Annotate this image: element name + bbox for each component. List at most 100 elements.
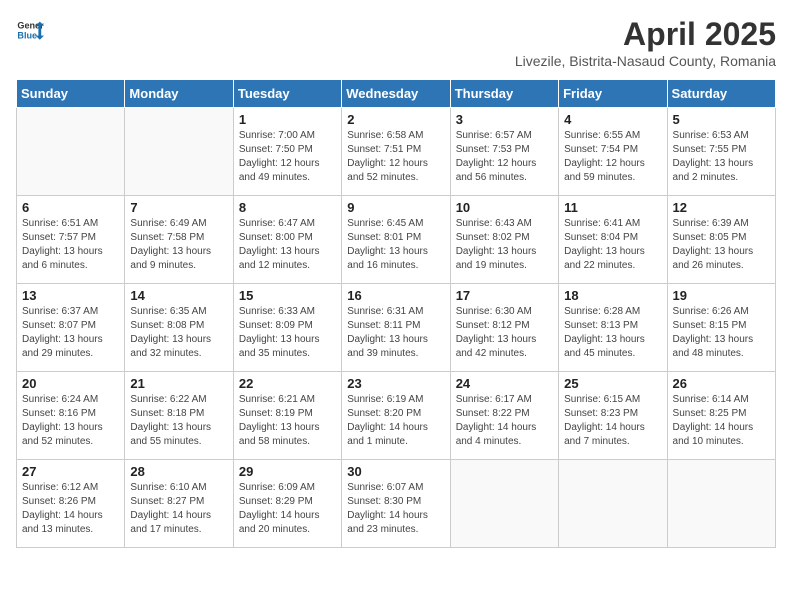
- table-row: [17, 108, 125, 196]
- day-number: 24: [456, 376, 553, 391]
- table-row: 14Sunrise: 6:35 AM Sunset: 8:08 PM Dayli…: [125, 284, 233, 372]
- day-info: Sunrise: 6:17 AM Sunset: 8:22 PM Dayligh…: [456, 393, 553, 449]
- table-row: 20Sunrise: 6:24 AM Sunset: 8:16 PM Dayli…: [17, 372, 125, 460]
- calendar-week-row: 1Sunrise: 7:00 AM Sunset: 7:50 PM Daylig…: [17, 108, 776, 196]
- day-number: 26: [673, 376, 770, 391]
- table-row: 11 Sunrise: 6:41 AM Sunset: 8:04 PM Dayli…: [559, 196, 667, 284]
- day-info: Sunrise: 6:43 AM Sunset: 8:02 PM Dayligh…: [456, 217, 553, 273]
- day-number: 11: [564, 200, 661, 215]
- day-info: Sunrise: 6:41 AM Sunset: 8:04 PM Dayligh…: [564, 217, 661, 273]
- table-row: [667, 460, 775, 548]
- day-number: 17: [456, 288, 553, 303]
- table-row: 22 Sunrise: 6:21 AM Sunset: 8:19 PM Dayli…: [233, 372, 341, 460]
- day-number: 2: [347, 112, 444, 127]
- day-number: 15: [239, 288, 336, 303]
- page-header: General Blue April 2025 Livezile, Bistri…: [16, 16, 776, 69]
- table-row: 4 Sunrise: 6:55 AM Sunset: 7:54 PM Daylig…: [559, 108, 667, 196]
- day-info: Sunrise: 6:22 AM Sunset: 8:18 PM Dayligh…: [130, 393, 227, 449]
- col-monday: Monday: [125, 80, 233, 108]
- day-number: 3: [456, 112, 553, 127]
- day-info: Sunrise: 6:55 AM Sunset: 7:54 PM Dayligh…: [564, 129, 661, 185]
- day-info: Sunrise: 6:15 AM Sunset: 8:23 PM Dayligh…: [564, 393, 661, 449]
- table-row: 17 Sunrise: 6:30 AM Sunset: 8:12 PM Dayli…: [450, 284, 558, 372]
- table-row: 10Sunrise: 6:43 AM Sunset: 8:02 PM Dayli…: [450, 196, 558, 284]
- title-area: April 2025 Livezile, Bistrita-Nasaud Cou…: [515, 16, 776, 69]
- col-tuesday: Tuesday: [233, 80, 341, 108]
- calendar-week-row: 20Sunrise: 6:24 AM Sunset: 8:16 PM Dayli…: [17, 372, 776, 460]
- table-row: 18 Sunrise: 6:28 AM Sunset: 8:13 PM Dayli…: [559, 284, 667, 372]
- day-number: 6: [22, 200, 119, 215]
- table-row: 16 Sunrise: 6:31 AM Sunset: 8:11 PM Dayli…: [342, 284, 450, 372]
- calendar-table: Sunday Monday Tuesday Wednesday Thursday…: [16, 79, 776, 548]
- day-info: Sunrise: 6:58 AM Sunset: 7:51 PM Dayligh…: [347, 129, 444, 185]
- day-number: 5: [673, 112, 770, 127]
- day-number: 13: [22, 288, 119, 303]
- logo: General Blue: [16, 16, 44, 44]
- day-number: 7: [130, 200, 227, 215]
- table-row: 1Sunrise: 7:00 AM Sunset: 7:50 PM Daylig…: [233, 108, 341, 196]
- svg-text:Blue: Blue: [17, 30, 37, 40]
- col-friday: Friday: [559, 80, 667, 108]
- day-number: 21: [130, 376, 227, 391]
- day-info: Sunrise: 6:10 AM Sunset: 8:27 PM Dayligh…: [130, 481, 227, 537]
- table-row: 19Sunrise: 6:26 AM Sunset: 8:15 PM Dayli…: [667, 284, 775, 372]
- day-info: Sunrise: 6:37 AM Sunset: 8:07 PM Dayligh…: [22, 305, 119, 361]
- table-row: 7Sunrise: 6:49 AM Sunset: 7:58 PM Daylig…: [125, 196, 233, 284]
- col-wednesday: Wednesday: [342, 80, 450, 108]
- day-info: Sunrise: 6:30 AM Sunset: 8:12 PM Dayligh…: [456, 305, 553, 361]
- calendar-week-row: 13 Sunrise: 6:37 AM Sunset: 8:07 PM Dayli…: [17, 284, 776, 372]
- day-info: Sunrise: 6:53 AM Sunset: 7:55 PM Dayligh…: [673, 129, 770, 185]
- day-number: 4: [564, 112, 661, 127]
- day-info: Sunrise: 6:45 AM Sunset: 8:01 PM Dayligh…: [347, 217, 444, 273]
- table-row: 13 Sunrise: 6:37 AM Sunset: 8:07 PM Dayli…: [17, 284, 125, 372]
- table-row: 26 Sunrise: 6:14 AM Sunset: 8:25 PM Dayli…: [667, 372, 775, 460]
- table-row: 3 Sunrise: 6:57 AM Sunset: 7:53 PM Daylig…: [450, 108, 558, 196]
- day-info: Sunrise: 6:51 AM Sunset: 7:57 PM Dayligh…: [22, 217, 119, 273]
- table-row: 21 Sunrise: 6:22 AM Sunset: 8:18 PM Dayli…: [125, 372, 233, 460]
- day-number: 18: [564, 288, 661, 303]
- table-row: [125, 108, 233, 196]
- day-number: 22: [239, 376, 336, 391]
- table-row: 12Sunrise: 6:39 AM Sunset: 8:05 PM Dayli…: [667, 196, 775, 284]
- day-info: Sunrise: 6:07 AM Sunset: 8:30 PM Dayligh…: [347, 481, 444, 537]
- calendar-week-row: 27 Sunrise: 6:12 AM Sunset: 8:26 PM Dayli…: [17, 460, 776, 548]
- day-number: 16: [347, 288, 444, 303]
- day-info: Sunrise: 7:00 AM Sunset: 7:50 PM Dayligh…: [239, 129, 336, 185]
- table-row: 5 Sunrise: 6:53 AM Sunset: 7:55 PM Daylig…: [667, 108, 775, 196]
- calendar-header-row: Sunday Monday Tuesday Wednesday Thursday…: [17, 80, 776, 108]
- logo-icon: General Blue: [16, 16, 44, 44]
- col-saturday: Saturday: [667, 80, 775, 108]
- table-row: 2 Sunrise: 6:58 AM Sunset: 7:51 PM Daylig…: [342, 108, 450, 196]
- table-row: 25Sunrise: 6:15 AM Sunset: 8:23 PM Dayli…: [559, 372, 667, 460]
- day-info: Sunrise: 6:12 AM Sunset: 8:26 PM Dayligh…: [22, 481, 119, 537]
- table-row: [450, 460, 558, 548]
- day-number: 30: [347, 464, 444, 479]
- calendar-title: April 2025: [515, 16, 776, 53]
- table-row: 30 Sunrise: 6:07 AM Sunset: 8:30 PM Dayli…: [342, 460, 450, 548]
- day-number: 8: [239, 200, 336, 215]
- day-info: Sunrise: 6:21 AM Sunset: 8:19 PM Dayligh…: [239, 393, 336, 449]
- table-row: 6 Sunrise: 6:51 AM Sunset: 7:57 PM Daylig…: [17, 196, 125, 284]
- table-row: 9 Sunrise: 6:45 AM Sunset: 8:01 PM Daylig…: [342, 196, 450, 284]
- day-number: 28: [130, 464, 227, 479]
- day-info: Sunrise: 6:39 AM Sunset: 8:05 PM Dayligh…: [673, 217, 770, 273]
- day-info: Sunrise: 6:26 AM Sunset: 8:15 PM Dayligh…: [673, 305, 770, 361]
- calendar-week-row: 6 Sunrise: 6:51 AM Sunset: 7:57 PM Daylig…: [17, 196, 776, 284]
- col-sunday: Sunday: [17, 80, 125, 108]
- day-number: 9: [347, 200, 444, 215]
- day-info: Sunrise: 6:14 AM Sunset: 8:25 PM Dayligh…: [673, 393, 770, 449]
- day-info: Sunrise: 6:28 AM Sunset: 8:13 PM Dayligh…: [564, 305, 661, 361]
- day-info: Sunrise: 6:35 AM Sunset: 8:08 PM Dayligh…: [130, 305, 227, 361]
- table-row: 29Sunrise: 6:09 AM Sunset: 8:29 PM Dayli…: [233, 460, 341, 548]
- table-row: 27 Sunrise: 6:12 AM Sunset: 8:26 PM Dayli…: [17, 460, 125, 548]
- table-row: 8Sunrise: 6:47 AM Sunset: 8:00 PM Daylig…: [233, 196, 341, 284]
- day-number: 20: [22, 376, 119, 391]
- day-info: Sunrise: 6:31 AM Sunset: 8:11 PM Dayligh…: [347, 305, 444, 361]
- table-row: 15Sunrise: 6:33 AM Sunset: 8:09 PM Dayli…: [233, 284, 341, 372]
- day-number: 29: [239, 464, 336, 479]
- day-number: 27: [22, 464, 119, 479]
- table-row: 28 Sunrise: 6:10 AM Sunset: 8:27 PM Dayli…: [125, 460, 233, 548]
- day-info: Sunrise: 6:57 AM Sunset: 7:53 PM Dayligh…: [456, 129, 553, 185]
- table-row: [559, 460, 667, 548]
- day-number: 23: [347, 376, 444, 391]
